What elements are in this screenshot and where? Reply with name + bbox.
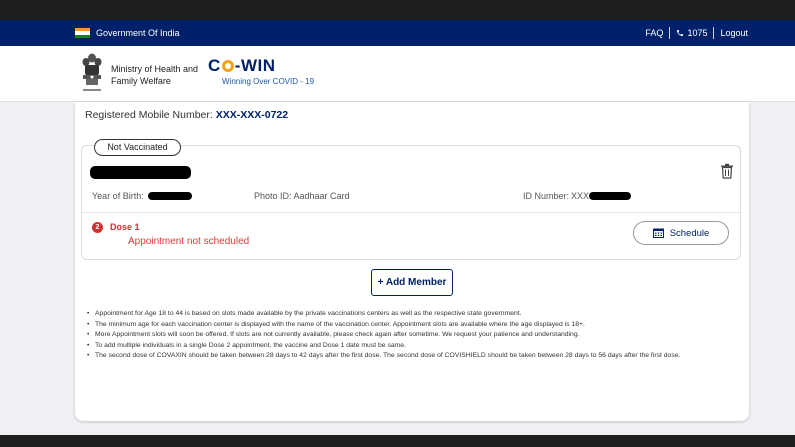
schedule-button[interactable]: Schedule	[633, 221, 729, 245]
ministry-line-2: Family Welfare	[111, 76, 171, 86]
dose-number-badge: 2	[92, 222, 103, 233]
ministry-line-1: Ministry of Health and	[111, 64, 199, 74]
member-card: Not Vaccinated Year of Birth: Photo ID: …	[81, 139, 741, 260]
helpline-link[interactable]: 1075	[676, 28, 707, 38]
cowin-logo[interactable]: C -WIN Winning Over COVID - 19	[208, 56, 314, 86]
government-links: FAQ 1075 Logout	[645, 27, 748, 39]
faq-link[interactable]: FAQ	[645, 28, 663, 38]
account-card: Registered Mobile Number: XXX-XXX-0722 N…	[75, 102, 749, 421]
id-number: ID Number: XXX	[523, 191, 632, 201]
dose-status: Appointment not scheduled	[128, 236, 250, 247]
id-number-prefix: XXX	[571, 191, 590, 201]
schedule-label: Schedule	[669, 227, 710, 239]
ministry-name: Ministry of Health and Family Welfare	[111, 63, 198, 87]
helpline-number: 1075	[687, 28, 708, 38]
government-title-group: Government Of India	[75, 28, 180, 38]
list-item: The minimum age for each vaccination cen…	[87, 320, 737, 331]
cowin-wordmark: C -WIN	[208, 56, 314, 76]
add-member-button[interactable]: + Add Member	[371, 269, 453, 296]
india-flag-icon	[75, 28, 90, 38]
national-emblem-icon	[82, 53, 102, 91]
divider	[82, 212, 740, 213]
divider	[713, 27, 715, 39]
list-item: Appointment for Age 18 to 44 is based on…	[87, 309, 737, 320]
registered-mobile: Registered Mobile Number: XXX-XXX-0722	[85, 109, 288, 121]
top-strip	[0, 0, 795, 20]
government-bar: Government Of India FAQ 1075 Logout	[0, 20, 795, 46]
list-item: The second dose of COVAXIN should be tak…	[87, 351, 737, 362]
site-header: Ministry of Health and Family Welfare C …	[0, 46, 795, 102]
government-title: Government Of India	[96, 28, 180, 38]
list-item: To add multiple individuals in a single …	[87, 341, 737, 352]
divider	[669, 27, 671, 39]
year-of-birth-label: Year of Birth:	[92, 191, 144, 201]
photo-id-text: Photo ID: Aadhaar Card	[254, 191, 350, 201]
photo-id: Photo ID: Aadhaar Card	[254, 191, 350, 201]
virus-icon	[221, 60, 234, 72]
bottom-strip	[0, 435, 795, 447]
logout-link[interactable]: Logout	[720, 28, 748, 38]
dose-label: Dose 1	[110, 222, 140, 232]
id-number-label: ID Number:	[523, 191, 570, 201]
list-item: More Appointment slots will soon be offe…	[87, 330, 737, 341]
id-number-redacted	[589, 192, 632, 200]
trash-icon[interactable]	[720, 163, 734, 179]
notes-list: Appointment for Age 18 to 44 is based on…	[87, 309, 737, 362]
registered-mobile-label: Registered Mobile Number:	[85, 109, 213, 121]
status-badge: Not Vaccinated	[94, 139, 181, 156]
phone-icon	[677, 30, 684, 36]
member-name-redacted	[90, 166, 191, 179]
cowin-suffix: -WIN	[234, 56, 276, 75]
cowin-prefix: C	[208, 56, 221, 75]
year-of-birth: Year of Birth:	[92, 191, 192, 201]
year-of-birth-redacted	[147, 192, 192, 200]
registered-mobile-value: XXX-XXX-0722	[215, 109, 289, 121]
calendar-icon	[652, 228, 664, 238]
cowin-tagline: Winning Over COVID - 19	[222, 77, 315, 86]
